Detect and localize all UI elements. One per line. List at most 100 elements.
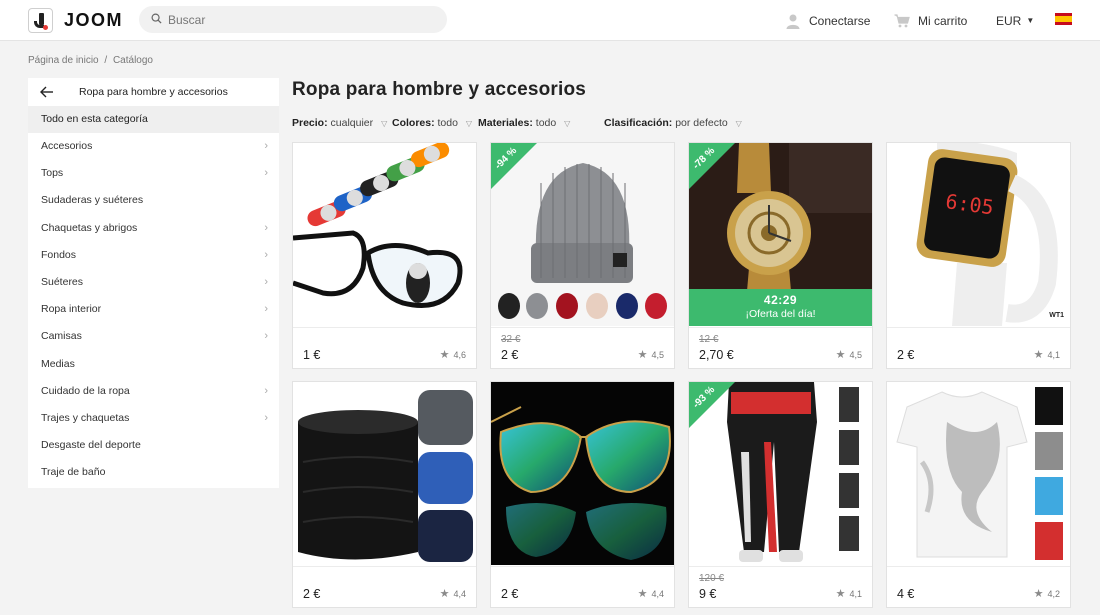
neck-warmer-image	[293, 382, 476, 565]
price-row: 120 € 9 € ★ 4,1	[689, 566, 872, 607]
search-icon	[151, 13, 162, 24]
breadcrumb-current[interactable]: Catálogo	[113, 55, 153, 66]
product-image[interactable]	[293, 143, 476, 326]
sidebar-item-camisas[interactable]: Camisas ›	[28, 323, 279, 350]
product-card[interactable]: 1 € ★ 4,6	[292, 142, 477, 369]
sidebar-item-label: Chaquetas y abrigos	[41, 221, 138, 234]
sidebar-item-tops[interactable]: Tops ›	[28, 160, 279, 187]
filter-label: Clasificación:	[604, 117, 673, 129]
filter-value: todo	[437, 117, 458, 129]
price-row: 4 € ★ 4,2	[887, 566, 1070, 607]
sidebar-item-accesorios[interactable]: Accesorios ›	[28, 133, 279, 160]
sidebar-parent-category[interactable]: Ropa para hombre y accesorios	[28, 78, 279, 105]
deal-timer: 42:29	[763, 293, 798, 307]
product-price: 2 €	[501, 587, 519, 601]
sidebar-parent-label: Ropa para hombre y accesorios	[79, 86, 228, 98]
product-card[interactable]: 4 € ★ 4,2	[886, 381, 1071, 608]
product-price: 1 €	[303, 348, 321, 362]
product-image[interactable]	[887, 382, 1070, 565]
spain-flag-icon[interactable]	[1055, 13, 1072, 25]
product-image[interactable]: -93 %	[689, 382, 872, 565]
discount-badge: -93 %	[689, 382, 735, 428]
star-icon: ★	[835, 349, 846, 361]
price-row: 2 € ★ 4,4	[293, 566, 476, 607]
sidebar-item-chaquetas[interactable]: Chaquetas y abrigos ›	[28, 215, 279, 242]
chevron-right-icon: ›	[264, 384, 268, 397]
logo-text[interactable]: JOOM	[64, 10, 123, 31]
product-card[interactable]: -78 % 42:29 ¡Oferta del día! 12 € 2,70 €…	[688, 142, 873, 369]
sidebar-item-fondos[interactable]: Fondos ›	[28, 242, 279, 269]
materials-filter[interactable]: Materiales: todo ▽	[478, 117, 570, 129]
sidebar-item-ropa-interior[interactable]: Ropa interior ›	[28, 296, 279, 323]
sidebar-item-deporte[interactable]: Desgaste del deporte	[28, 432, 279, 459]
filter-value: por defecto	[675, 117, 728, 129]
deal-of-day-banner: 42:29 ¡Oferta del día!	[689, 289, 872, 326]
product-image[interactable]: 6:05 WT1	[887, 143, 1070, 326]
rating-value: 4,5	[651, 349, 664, 360]
product-card[interactable]: -93 % 120 € 9 € ★ 4,1	[688, 381, 873, 608]
filter-label: Precio:	[292, 117, 328, 129]
sidebar-item-label: Ropa interior	[41, 303, 102, 316]
product-card[interactable]: 6:05 WT1 2 € ★ 4,1	[886, 142, 1071, 369]
price-row: 12 € 2,70 € ★ 4,5	[689, 327, 872, 368]
product-image[interactable]: -94 %	[491, 143, 674, 326]
chevron-down-icon: ▽	[564, 119, 571, 128]
product-price: 2 €	[501, 348, 519, 362]
product-price: 9 €	[699, 587, 717, 601]
product-rating: ★ 4,1	[1034, 348, 1060, 361]
rating-value: 4,2	[1047, 588, 1060, 599]
chevron-right-icon: ›	[264, 303, 268, 316]
cart-icon	[894, 13, 910, 27]
led-watch-image: 6:05	[887, 143, 1070, 326]
cart-button[interactable]: Mi carrito	[894, 0, 967, 41]
top-header: JOOM Conectarse Mi carrito EUR ▼	[0, 0, 1100, 41]
product-card[interactable]: 2 € ★ 4,4	[292, 381, 477, 608]
arrow-left-icon[interactable]	[40, 86, 54, 98]
sidebar-item-label: Accesorios	[41, 140, 93, 152]
rating-value: 4,1	[1047, 349, 1060, 360]
price-row: 2 € ★ 4,1	[887, 327, 1070, 368]
star-icon: ★	[439, 349, 450, 361]
tshirt-image	[887, 382, 1070, 565]
chevron-right-icon: ›	[264, 411, 268, 424]
product-image[interactable]	[293, 382, 476, 565]
joom-logo-icon[interactable]	[28, 8, 53, 33]
login-button[interactable]: Conectarse	[786, 0, 870, 41]
discount-badge: -94 %	[491, 143, 537, 189]
chevron-down-icon: ▽	[465, 119, 473, 128]
breadcrumb-home[interactable]: Página de inicio	[28, 55, 99, 66]
product-card[interactable]: -94 % 32 € 2 € ★ 4,5	[490, 142, 675, 369]
chevron-right-icon: ›	[264, 221, 268, 234]
sidebar-item-medias[interactable]: Medias	[28, 351, 279, 378]
star-icon: ★	[637, 349, 648, 361]
sidebar-list: Accesorios › Tops › Sudaderas y suéteres C…	[28, 133, 279, 486]
page-title: Ropa para hombre y accesorios	[292, 79, 587, 100]
sidebar-item-all[interactable]: Todo en esta categoría	[28, 106, 279, 133]
sidebar-item-cuidado[interactable]: Cuidado de la ropa ›	[28, 378, 279, 405]
sidebar-item-sueteres[interactable]: Suéteres ›	[28, 269, 279, 296]
login-label: Conectarse	[809, 13, 871, 28]
sidebar-item-bano[interactable]: Traje de baño	[28, 459, 279, 486]
product-image[interactable]: -78 % 42:29 ¡Oferta del día!	[689, 143, 872, 326]
sidebar-item-trajes[interactable]: Trajes y chaquetas ›	[28, 405, 279, 432]
product-price: 2 €	[897, 348, 915, 362]
chevron-down-icon: ▼	[1026, 16, 1035, 25]
filter-value: todo	[535, 117, 557, 129]
product-card[interactable]: 2 € ★ 4,4	[490, 381, 675, 608]
colors-filter[interactable]: Colores: todo ▽	[392, 117, 472, 129]
user-icon	[786, 14, 800, 29]
price-row: 32 € 2 € ★ 4,5	[491, 327, 674, 368]
sort-filter[interactable]: Clasificación: por defecto ▽	[604, 117, 742, 129]
price-row: 1 € ★ 4,6	[293, 327, 476, 368]
rating-value: 4,1	[849, 588, 862, 599]
product-rating: ★ 4,2	[1034, 587, 1060, 600]
old-price: 32 €	[501, 334, 521, 345]
deal-label: ¡Oferta del día!	[745, 308, 816, 320]
filter-label: Colores:	[392, 117, 435, 129]
sidebar-item-sudaderas[interactable]: Sudaderas y suéteres	[28, 187, 279, 214]
product-image[interactable]	[491, 382, 674, 565]
price-filter[interactable]: Precio: cualquier ▽	[292, 117, 387, 129]
search-input[interactable]	[168, 6, 438, 33]
currency-selector[interactable]: EUR ▼	[996, 0, 1034, 41]
chevron-right-icon: ›	[264, 275, 268, 288]
